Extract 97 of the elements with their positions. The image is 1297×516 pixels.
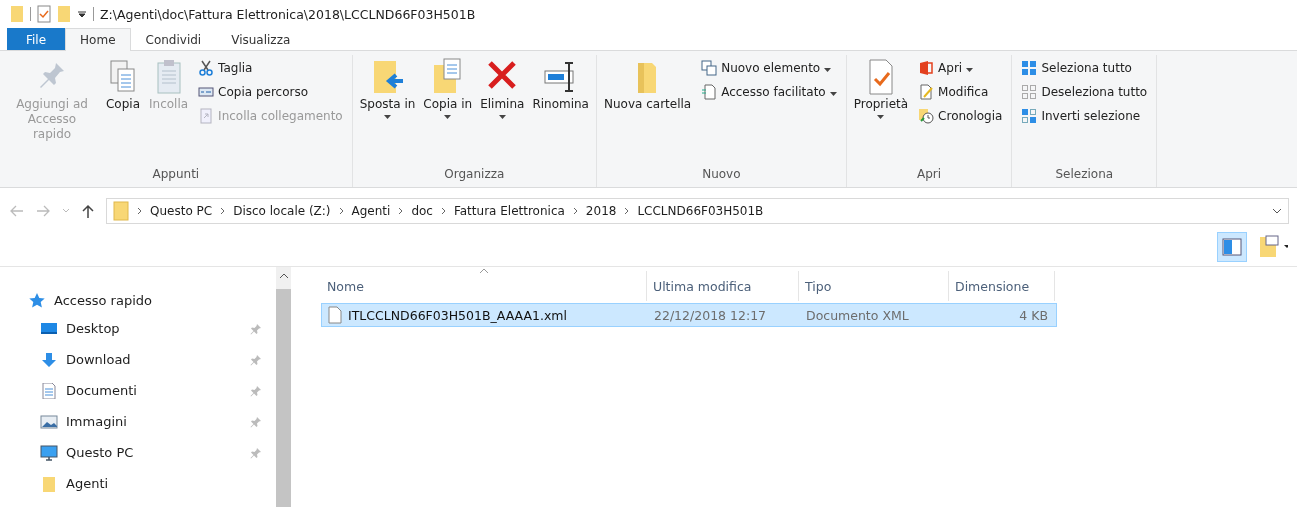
sidebar-item[interactable]: Agenti [0,468,276,499]
image-icon [40,413,58,430]
chevron-down-icon[interactable] [1272,208,1282,214]
sidebar-item[interactable]: Questo PC [0,437,276,468]
pin-icon[interactable] [250,322,262,335]
ribbon-button[interactable]: Sposta in [356,55,419,163]
breadcrumb[interactable]: doc [411,204,433,218]
group-label: Seleziona [1054,166,1115,183]
chevron-right-icon[interactable] [220,207,226,215]
back-arrow-icon[interactable] [10,205,24,217]
ribbon-button[interactable]: Apri [915,57,1006,79]
caret-icon [498,115,506,119]
pin-icon[interactable] [250,384,262,397]
ribbon-button[interactable]: Inverti selezione [1018,105,1151,127]
office-icon [918,60,935,76]
file-row[interactable]: ITLCCLND66F03H501B_AAAA1.xml 22/12/2018 12:17 Documento XML 4 KB [321,303,1057,327]
ribbon-button[interactable]: Copia [102,55,144,163]
select-none-icon [1021,84,1038,100]
ribbon-button[interactable]: Deseleziona tutto [1018,81,1151,103]
ribbon-tab[interactable]: File [7,28,66,50]
ribbon-button[interactable]: Modifica [915,81,1006,103]
table-cell: 4 KB [1019,307,1048,323]
group-label: Apri [916,166,943,183]
table-cell: Documento XML [806,307,909,323]
ribbon-button[interactable]: Copia percorso [195,81,346,103]
pin-icon[interactable] [250,446,262,459]
sidebar-header[interactable]: Accesso rapido [0,287,276,313]
sidebar-item[interactable]: Documenti [0,375,276,406]
chevron-right-icon[interactable] [338,207,344,215]
breadcrumb[interactable]: Disco locale (Z:) [233,204,331,218]
breadcrumb[interactable]: Questo PC [150,204,213,218]
preview-pane-button[interactable] [1217,232,1247,262]
ribbon-button[interactable]: Nuovo elemento [698,57,840,79]
pin-icon[interactable] [250,353,262,366]
ribbon-button[interactable]: Seleziona tutto [1018,57,1151,79]
sidebar-item[interactable]: Desktop [0,313,276,344]
shortcut-icon [198,108,215,124]
customize-icon[interactable] [77,9,87,19]
folder-icon [40,475,58,492]
table-cell: 22/12/2018 12:17 [654,307,767,323]
desktop-icon [40,320,58,337]
chevron-right-icon[interactable] [440,207,446,215]
chevron-right-icon[interactable] [624,207,630,215]
pin-icon[interactable] [250,415,262,428]
path-icon [198,84,215,100]
folder-icon [113,201,129,221]
table-cell: ITLCCLND66F03H501B_AAAA1.xml [348,307,567,323]
scissors-icon [198,60,215,76]
ribbon-button[interactable]: Cronologia [915,105,1006,127]
properties-icon[interactable] [37,5,51,23]
chevron-right-icon[interactable] [137,207,142,215]
file-icon [328,306,342,324]
chevron-right-icon[interactable] [572,207,578,215]
forward-arrow-icon[interactable] [36,205,50,217]
document-icon [40,382,58,399]
ribbon-tab[interactable]: Home [65,28,131,51]
ribbon-button[interactable]: Copia in [420,55,476,163]
caret-icon [444,115,452,119]
breadcrumb[interactable]: Agenti [351,204,391,218]
column-header[interactable]: Dimensione [949,271,1055,301]
column-header[interactable]: Ultima modifica [647,271,799,301]
invert-selection-icon [1021,108,1038,124]
group-label: Appunti [151,166,201,183]
ribbon-button[interactable]: Accesso facilitato [698,81,840,103]
group-label: Nuovo [701,166,742,183]
ribbon-button[interactable]: Elimina [477,55,528,163]
caret-icon [829,91,837,96]
ribbon-button[interactable]: Nuova cartella [601,55,695,163]
history-icon [918,108,935,124]
caret-icon [966,67,974,72]
column-header[interactable]: Tipo [799,271,949,301]
scrollbar[interactable] [276,267,291,507]
ribbon-button[interactable]: Taglia [195,57,346,79]
caret-icon [384,115,392,119]
new-item-icon [701,60,718,76]
ribbon-button[interactable]: Rinomina [529,55,592,163]
sidebar-item[interactable]: Immagini [0,406,276,437]
column-header[interactable]: Nome [321,271,647,301]
caret-icon [824,67,832,72]
breadcrumb[interactable]: LCCLND66F03H501B [637,204,764,218]
caret-icon [877,115,885,119]
group-label: Organizza [443,166,506,183]
edit-icon [918,84,935,100]
easy-access-icon [701,84,718,100]
star-icon [28,292,46,308]
chevron-right-icon[interactable] [398,207,404,215]
up-arrow-icon[interactable] [82,204,94,218]
computer-icon [40,444,58,461]
ribbon-button[interactable]: Proprietà [850,55,912,163]
breadcrumb[interactable]: Fattura Elettronica [453,204,565,218]
sidebar-item[interactable]: Download [0,344,276,375]
download-icon [40,351,58,368]
breadcrumb[interactable]: 2018 [585,204,617,218]
select-all-icon [1021,60,1038,76]
scroll-up-icon[interactable] [278,273,289,279]
window-title: Z:\Agenti\doc\Fattura Elettronica\2018\LCCLND66F03H501B [100,6,476,22]
address-bar[interactable]: Questo PC Disco locale (Z:) Agenti doc Fattura Elettronica 2018 LCCLND66F03H501B [106,198,1289,224]
